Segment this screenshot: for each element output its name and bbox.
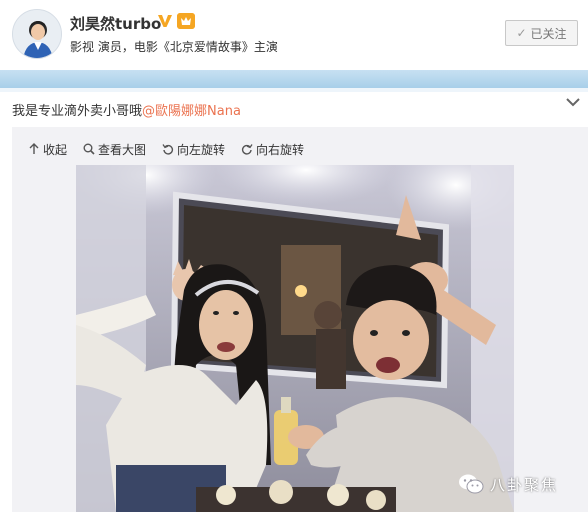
user-bio: 影视 演员，电影《北京爱情故事》主演 [70,40,278,54]
wechat-icon [459,474,484,494]
user-name[interactable]: 刘昊然turbo [70,13,161,34]
header-band-fade [0,88,588,92]
post-text: 我是专业滴外卖小哥哦@歐陽娜娜Nana [12,100,241,119]
avatar[interactable] [12,9,62,59]
follow-button[interactable]: ✓ 已关注 [505,20,578,46]
check-icon: ✓ [516,26,527,40]
image-toolbar: 收起 查看大图 向左旋转 向右旋转 [28,140,320,158]
header-band [0,70,588,88]
rotate-left-label: 向左旋转 [177,142,226,157]
verified-v-icon [158,15,172,27]
post-photo[interactable] [76,165,514,512]
watermark-text: 八卦聚焦 [490,475,559,494]
avatar-image [13,10,61,58]
view-large-button[interactable]: 查看大图 [83,140,146,158]
post-body: 我是专业滴外卖小哥哦 [12,104,143,119]
rotate-left-icon [162,144,174,155]
arrow-up-icon [29,143,39,154]
photo-illustration [76,165,514,512]
rotate-right-label: 向右旋转 [256,142,305,157]
chevron-down-icon[interactable] [564,95,582,109]
vip-level-icon [177,13,195,29]
rotate-right-button[interactable]: 向右旋转 [241,140,304,158]
view-large-label: 查看大图 [98,142,147,157]
mention-link[interactable]: @歐陽娜娜Nana [142,104,241,119]
rotate-left-button[interactable]: 向左旋转 [162,140,225,158]
collapse-label: 收起 [43,142,68,157]
rotate-right-icon [241,144,253,155]
search-icon [83,143,95,155]
follow-label: 已关注 [530,26,567,41]
collapse-button[interactable]: 收起 [28,140,67,158]
profile-header: 刘昊然turbo 影视 演员，电影《北京爱情故事》主演 ✓ 已关注 [0,0,588,70]
watermark: 八卦聚焦 [458,473,558,495]
